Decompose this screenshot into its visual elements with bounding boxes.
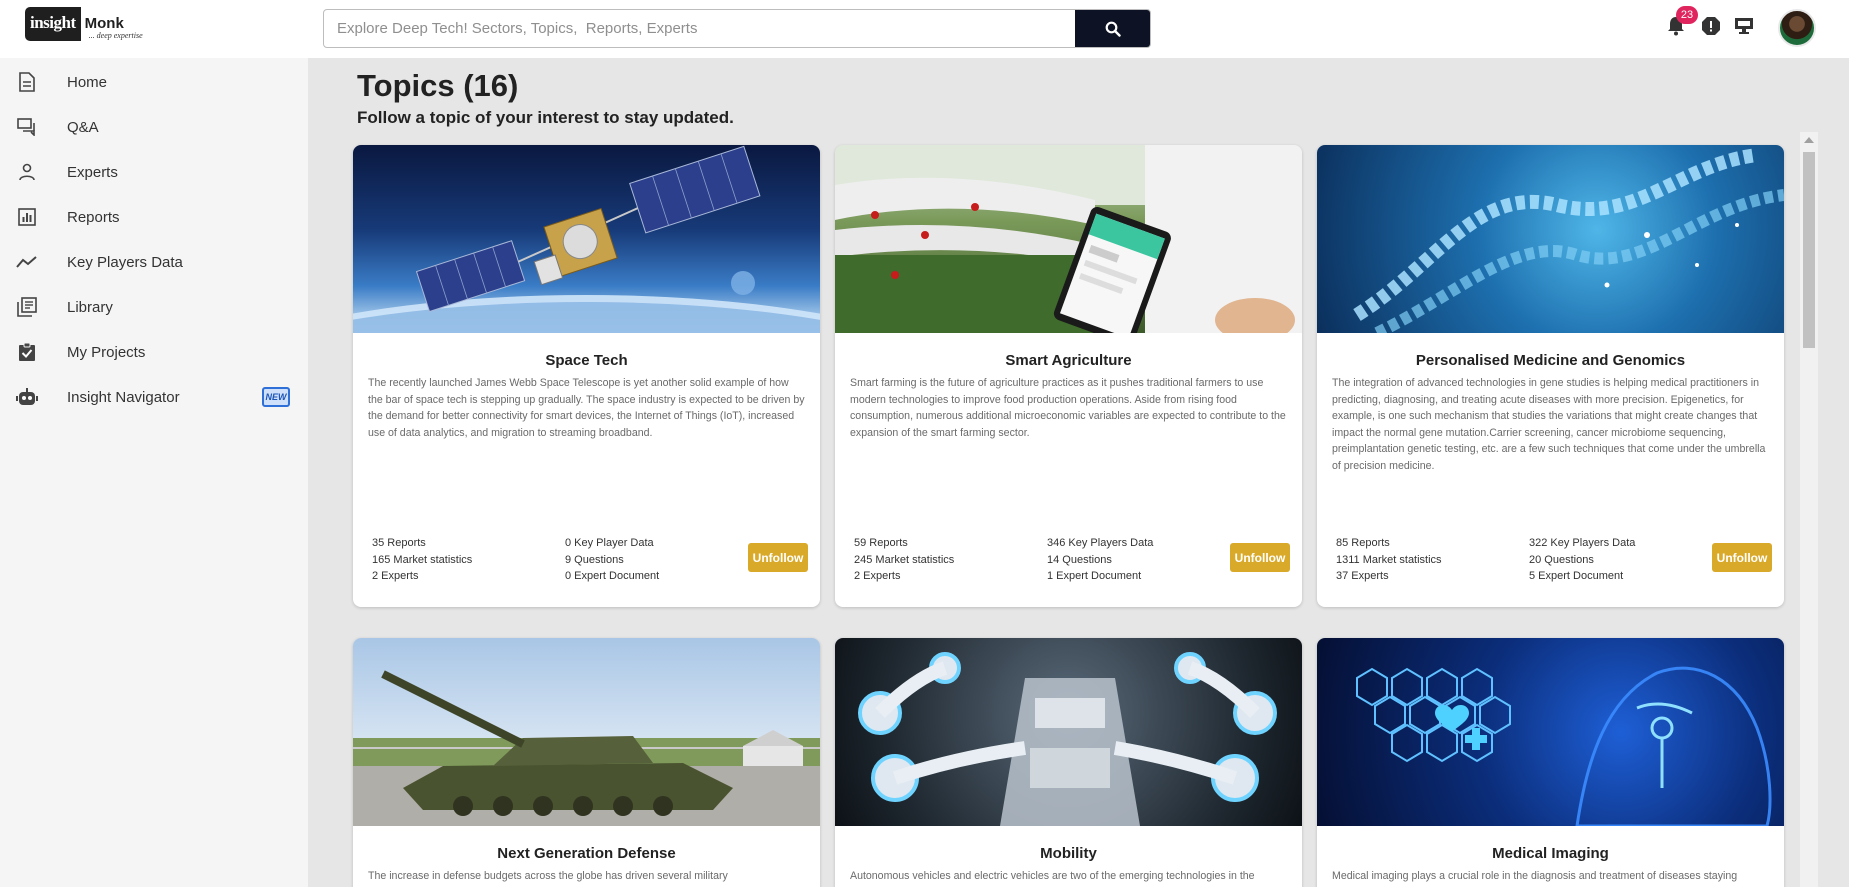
- unfollow-button[interactable]: Unfollow: [1712, 543, 1772, 572]
- topic-description: Autonomous vehicles and electric vehicle…: [850, 870, 1255, 882]
- sidebar-item-experts[interactable]: Experts: [0, 150, 308, 194]
- new-badge: NEW: [262, 387, 290, 407]
- monitor-icon: [1735, 18, 1753, 34]
- clipboard-check-icon: [16, 341, 38, 363]
- sidebar-item-label: Experts: [67, 163, 118, 181]
- stat-expert-documents[interactable]: 0 Expert Document: [565, 570, 735, 582]
- topic-card[interactable]: Space Tech The recently launched James W…: [353, 145, 820, 607]
- topic-title[interactable]: Mobility: [835, 845, 1302, 862]
- sidebar-item-label: Q&A: [67, 118, 99, 136]
- stat-experts[interactable]: 37 Experts: [1336, 570, 1529, 582]
- logo-insight: insight: [25, 7, 81, 41]
- stat-questions[interactable]: 9 Questions: [565, 554, 735, 566]
- stat-expert-documents[interactable]: 5 Expert Document: [1529, 570, 1699, 582]
- search-button[interactable]: [1075, 10, 1150, 47]
- scrollbar-thumb[interactable]: [1803, 152, 1815, 348]
- sidebar-item-my-projects[interactable]: My Projects: [0, 330, 308, 374]
- search-input[interactable]: [324, 10, 1075, 47]
- topic-description: The integration of advanced technologies…: [1332, 377, 1766, 472]
- person-icon: [16, 161, 38, 183]
- stat-key-players[interactable]: 0 Key Player Data: [565, 537, 735, 549]
- sidebar-item-insight-navigator[interactable]: Insight Navigator NEW: [0, 375, 308, 419]
- topic-stats: 85 Reports 322 Key Players Data 1311 Mar…: [1336, 537, 1696, 582]
- sidebar-item-home[interactable]: Home: [0, 60, 308, 104]
- library-icon: [16, 296, 38, 318]
- topic-card[interactable]: Next Generation Defense The increase in …: [353, 638, 820, 887]
- page-title: Topics (16): [357, 68, 519, 103]
- scroll-up-arrow-icon[interactable]: [1804, 137, 1814, 143]
- stat-experts[interactable]: 2 Experts: [854, 570, 1047, 582]
- sidebar-item-label: Reports: [67, 208, 120, 226]
- sidebar-item-label: Key Players Data: [67, 253, 183, 271]
- alert-octagon-icon: [1702, 17, 1720, 35]
- chat-icon: [16, 116, 38, 138]
- sidebar-item-label: Library: [67, 298, 113, 316]
- topic-title[interactable]: Smart Agriculture: [835, 352, 1302, 369]
- unfollow-button[interactable]: Unfollow: [1230, 543, 1290, 572]
- topic-description: Medical imaging plays a crucial role in …: [1332, 870, 1738, 882]
- stat-reports[interactable]: 35 Reports: [372, 537, 565, 549]
- stat-reports[interactable]: 59 Reports: [854, 537, 1047, 549]
- robot-icon: [16, 386, 38, 408]
- page-subtitle: Follow a topic of your interest to stay …: [357, 108, 734, 127]
- stat-market-statistics[interactable]: 245 Market statistics: [854, 554, 1047, 566]
- stat-questions[interactable]: 20 Questions: [1529, 554, 1699, 566]
- sidebar-item-qa[interactable]: Q&A: [0, 105, 308, 149]
- stat-market-statistics[interactable]: 165 Market statistics: [372, 554, 565, 566]
- sidebar-item-label: Insight Navigator: [67, 388, 180, 406]
- topic-card[interactable]: Mobility Autonomous vehicles and electri…: [835, 638, 1302, 887]
- stat-market-statistics[interactable]: 1311 Market statistics: [1336, 554, 1529, 566]
- stat-key-players[interactable]: 322 Key Players Data: [1529, 537, 1699, 549]
- sidebar-item-label: Home: [67, 73, 108, 91]
- topic-stats: 35 Reports 0 Key Player Data 165 Market …: [372, 537, 732, 582]
- notification-count-badge: 23: [1676, 6, 1698, 24]
- stat-reports[interactable]: 85 Reports: [1336, 537, 1529, 549]
- topic-card[interactable]: Smart Agriculture Smart farming is the f…: [835, 145, 1302, 607]
- mobility-robots-image: [835, 638, 1302, 826]
- bar-chart-icon: [16, 206, 38, 228]
- medical-imaging-image: [1317, 638, 1784, 826]
- top-bar: insight Monk ... deep expertise 23: [0, 0, 1849, 58]
- alert-button[interactable]: [1699, 14, 1723, 38]
- topic-title[interactable]: Personalised Medicine and Genomics: [1317, 352, 1784, 369]
- topic-description: Smart farming is the future of agricultu…: [850, 377, 1286, 439]
- defense-tank-image: [353, 638, 820, 826]
- search-icon: [1105, 21, 1121, 37]
- topic-description: The recently launched James Webb Space T…: [368, 377, 805, 439]
- stat-experts[interactable]: 2 Experts: [372, 570, 565, 582]
- sidebar-item-label: My Projects: [67, 343, 146, 361]
- topic-card[interactable]: Medical Imaging Medical imaging plays a …: [1317, 638, 1784, 887]
- home-document-icon: [16, 71, 38, 93]
- dashboard-button[interactable]: [1732, 14, 1756, 38]
- space-tech-image: [353, 145, 820, 333]
- topic-title[interactable]: Space Tech: [353, 352, 820, 369]
- sidebar: Home Q&A Experts Reports Key Players Dat…: [0, 58, 308, 887]
- stat-key-players[interactable]: 346 Key Players Data: [1047, 537, 1217, 549]
- brand-logo[interactable]: insight Monk ... deep expertise: [25, 7, 143, 41]
- smart-agriculture-image: [835, 145, 1302, 333]
- topic-title[interactable]: Medical Imaging: [1317, 845, 1784, 862]
- logo-tagline: ... deep expertise: [88, 31, 143, 40]
- user-avatar[interactable]: [1778, 9, 1816, 47]
- search-bar: [323, 9, 1151, 48]
- genomics-image: [1317, 145, 1784, 333]
- topic-card[interactable]: Personalised Medicine and Genomics The i…: [1317, 145, 1784, 607]
- topic-title[interactable]: Next Generation Defense: [353, 845, 820, 862]
- stat-expert-documents[interactable]: 1 Expert Document: [1047, 570, 1217, 582]
- stat-questions[interactable]: 14 Questions: [1047, 554, 1217, 566]
- sidebar-item-library[interactable]: Library: [0, 285, 308, 329]
- sidebar-item-reports[interactable]: Reports: [0, 195, 308, 239]
- logo-monk: Monk: [84, 15, 124, 32]
- topic-description: The increase in defense budgets across t…: [368, 870, 728, 882]
- sidebar-item-key-players-data[interactable]: Key Players Data: [0, 240, 308, 284]
- topic-stats: 59 Reports 346 Key Players Data 245 Mark…: [854, 537, 1214, 582]
- unfollow-button[interactable]: Unfollow: [748, 543, 808, 572]
- trend-line-icon: [16, 251, 38, 273]
